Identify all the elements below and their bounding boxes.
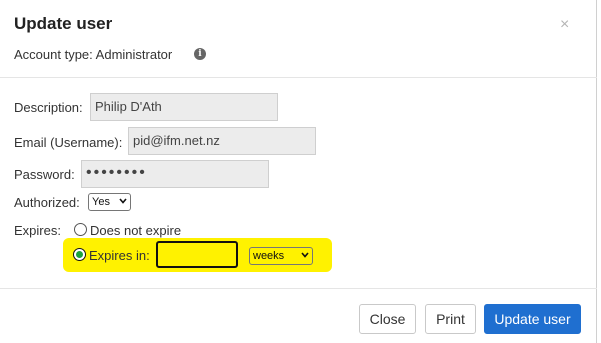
chevron-down-icon — [119, 198, 127, 204]
does-not-expire-label: Does not expire — [90, 223, 182, 238]
authorized-select[interactable]: Yes — [88, 193, 131, 211]
expires-in-radio[interactable] — [73, 248, 86, 261]
dialog-title: Update user — [14, 14, 113, 33]
email-field[interactable]: pid@ifm.net.nz — [128, 127, 316, 155]
update-user-dialog: Update user × Account type: Administrato… — [0, 0, 597, 343]
expires-unit-select[interactable]: weeks — [249, 247, 313, 265]
footer-divider — [0, 288, 597, 289]
authorized-select-value: Yes — [92, 196, 110, 208]
expires-in-label: Expires in: — [89, 248, 150, 263]
email-label: Email (Username): — [14, 135, 123, 150]
expires-label: Expires: — [14, 223, 61, 238]
password-field[interactable]: •••••••• — [81, 160, 269, 188]
info-circle-icon[interactable]: i — [194, 48, 206, 60]
description-field[interactable]: Philip D'Ath — [90, 93, 278, 121]
expires-unit-value: weeks — [253, 250, 285, 262]
close-icon[interactable]: × — [560, 16, 569, 34]
dialog-header: Update user × Account type: Administrato… — [0, 0, 597, 78]
chevron-down-icon — [301, 252, 309, 258]
description-label: Description: — [14, 100, 83, 115]
print-button[interactable]: Print — [425, 304, 476, 334]
update-user-button[interactable]: Update user — [484, 304, 581, 334]
authorized-label: Authorized: — [14, 195, 80, 210]
password-label: Password: — [14, 167, 75, 182]
close-button[interactable]: Close — [359, 304, 416, 334]
does-not-expire-radio[interactable] — [74, 223, 87, 236]
account-type-text: Account type: Administrator — [14, 47, 173, 62]
expires-in-input[interactable] — [156, 241, 238, 268]
